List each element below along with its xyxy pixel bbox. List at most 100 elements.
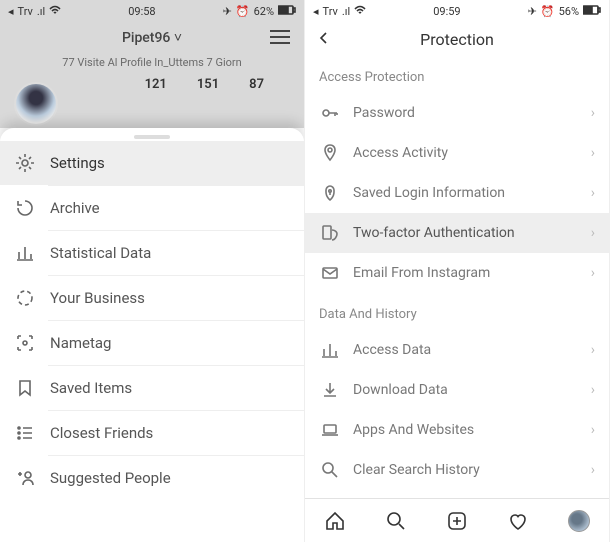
settings-list[interactable]: Access Protection Password › Access Acti… [305,56,609,498]
page-title: Protection [337,30,577,49]
menu-label: Nametag [50,334,111,352]
menu-item-your-business[interactable]: Your Business [0,276,304,320]
alarm-icon: ⏰ [541,5,555,18]
dimmed-background: ◂ Trv .ıl 09:58 ✈ ⏰ 62% Pipet96 ˅ [0,0,304,128]
chevron-right-icon: › [591,382,595,398]
mail-icon [319,262,341,284]
search-icon [319,459,341,481]
menu-item-statistical-data[interactable]: Statistical Data [0,231,304,275]
menu-label: Your Business [50,289,145,307]
hamburger-icon[interactable] [270,30,290,44]
profile-header: Pipet96 ˅ [0,22,304,52]
item-label: Two-factor Authentication [353,225,591,241]
item-two-factor-authentication[interactable]: Two-factor Authentication › [305,213,609,253]
profile-visits-text: 77 Visite Al Profile In_Uttems 7 Giorn [0,52,304,77]
battery-icon [583,5,601,18]
item-label: Password [353,105,591,121]
item-label: Clear Search History [353,462,591,478]
item-label: Apps And Websites [353,422,591,438]
item-label: Saved Login Information [353,185,591,201]
item-apps-and-websites[interactable]: Apps And Websites › [305,410,609,450]
chevron-right-icon: › [591,265,595,281]
section-header: Access Protection [305,56,609,93]
download-icon [319,379,341,401]
shield-phone-icon [319,222,341,244]
chevron-down-icon: ˅ [170,30,182,46]
item-label: Download Data [353,382,591,398]
carrier-label: Trv [18,5,33,18]
item-download-data[interactable]: Download Data › [305,370,609,410]
chart-icon [14,242,36,264]
username-label[interactable]: Pipet96 ˅ [34,29,270,46]
keyhole-icon [319,182,341,204]
right-phone: ◂ Trv .ıl 09:59 ✈ ⏰ 56% Protection Acces… [305,0,610,542]
location-icon: ✈ [223,5,232,18]
clock-dashed-icon [14,287,36,309]
laptop-icon [319,419,341,441]
pin-icon [319,142,341,164]
page-header: Protection [305,22,609,56]
chart-icon [319,339,341,361]
chevron-right-icon: › [591,462,595,478]
bottom-sheet: Settings Archive Statistical Data Your B… [0,128,304,542]
sheet-grabber[interactable] [134,135,170,139]
menu-item-closest-friends[interactable]: Closest Friends [0,411,304,455]
item-label: Access Activity [353,145,591,161]
chevron-right-icon: › [591,105,595,121]
menu-item-saved-items[interactable]: Saved Items [0,366,304,410]
battery-icon [278,5,296,18]
status-bar: ◂ Trv .ıl 09:59 ✈ ⏰ 56% [305,0,609,22]
stat-value: 121 [145,77,167,92]
section-header: Data And History [305,293,609,330]
status-bar: ◂ Trv .ıl 09:58 ✈ ⏰ 62% [0,0,304,22]
chevron-right-icon: › [591,342,595,358]
tab-heart-icon[interactable] [506,509,530,533]
menu-label: Saved Items [50,379,132,397]
list-icon [14,422,36,444]
item-clear-search-history[interactable]: Clear Search History › [305,450,609,490]
menu-label: Suggested People [50,469,171,487]
tab-add-icon[interactable] [445,509,469,533]
location-icon: ✈ [528,5,537,18]
item-saved-login-information[interactable]: Saved Login Information › [305,173,609,213]
signal-icon: ◂ [8,5,14,18]
left-phone: ◂ Trv .ıl 09:58 ✈ ⏰ 62% Pipet96 ˅ [0,0,305,542]
menu-label: Settings [50,154,105,172]
stat-value: 151 [197,77,219,92]
chevron-right-icon: › [591,185,595,201]
wifi-icon [354,5,366,18]
battery-percent: 56% [559,5,579,18]
item-label: Access Data [353,342,591,358]
item-password[interactable]: Password › [305,93,609,133]
gear-icon [14,152,36,174]
alarm-icon: ⏰ [236,5,250,18]
item-access-activity[interactable]: Access Activity › [305,133,609,173]
chevron-right-icon: › [591,225,595,241]
menu-label: Archive [50,199,100,217]
signal-icon: ◂ [313,5,319,18]
item-access-data[interactable]: Access Data › [305,330,609,370]
menu-item-archive[interactable]: Archive [0,186,304,230]
back-icon[interactable] [317,30,337,49]
wifi-icon [49,5,61,18]
signal-strength-icon: .ıl [342,5,350,18]
nametag-icon [14,332,36,354]
signal-strength-icon: .ıl [37,5,45,18]
key-icon [319,102,341,124]
chevron-right-icon: › [591,422,595,438]
tab-home-icon[interactable] [323,509,347,533]
item-email-from-instagram[interactable]: Email From Instagram › [305,253,609,293]
stat-value: 87 [249,77,264,92]
add-person-icon [14,467,36,489]
profile-avatar[interactable] [14,82,58,126]
tab-profile[interactable] [567,509,591,533]
menu-item-suggested-people[interactable]: Suggested People [0,456,304,500]
carrier-label: Trv [323,5,338,18]
avatar-icon [568,510,590,532]
menu-item-settings[interactable]: Settings [0,141,304,185]
status-time: 09:59 [366,5,527,18]
battery-percent: 62% [254,5,274,18]
tab-search-icon[interactable] [384,509,408,533]
menu-item-nametag[interactable]: Nametag [0,321,304,365]
menu-label: Statistical Data [50,244,151,262]
